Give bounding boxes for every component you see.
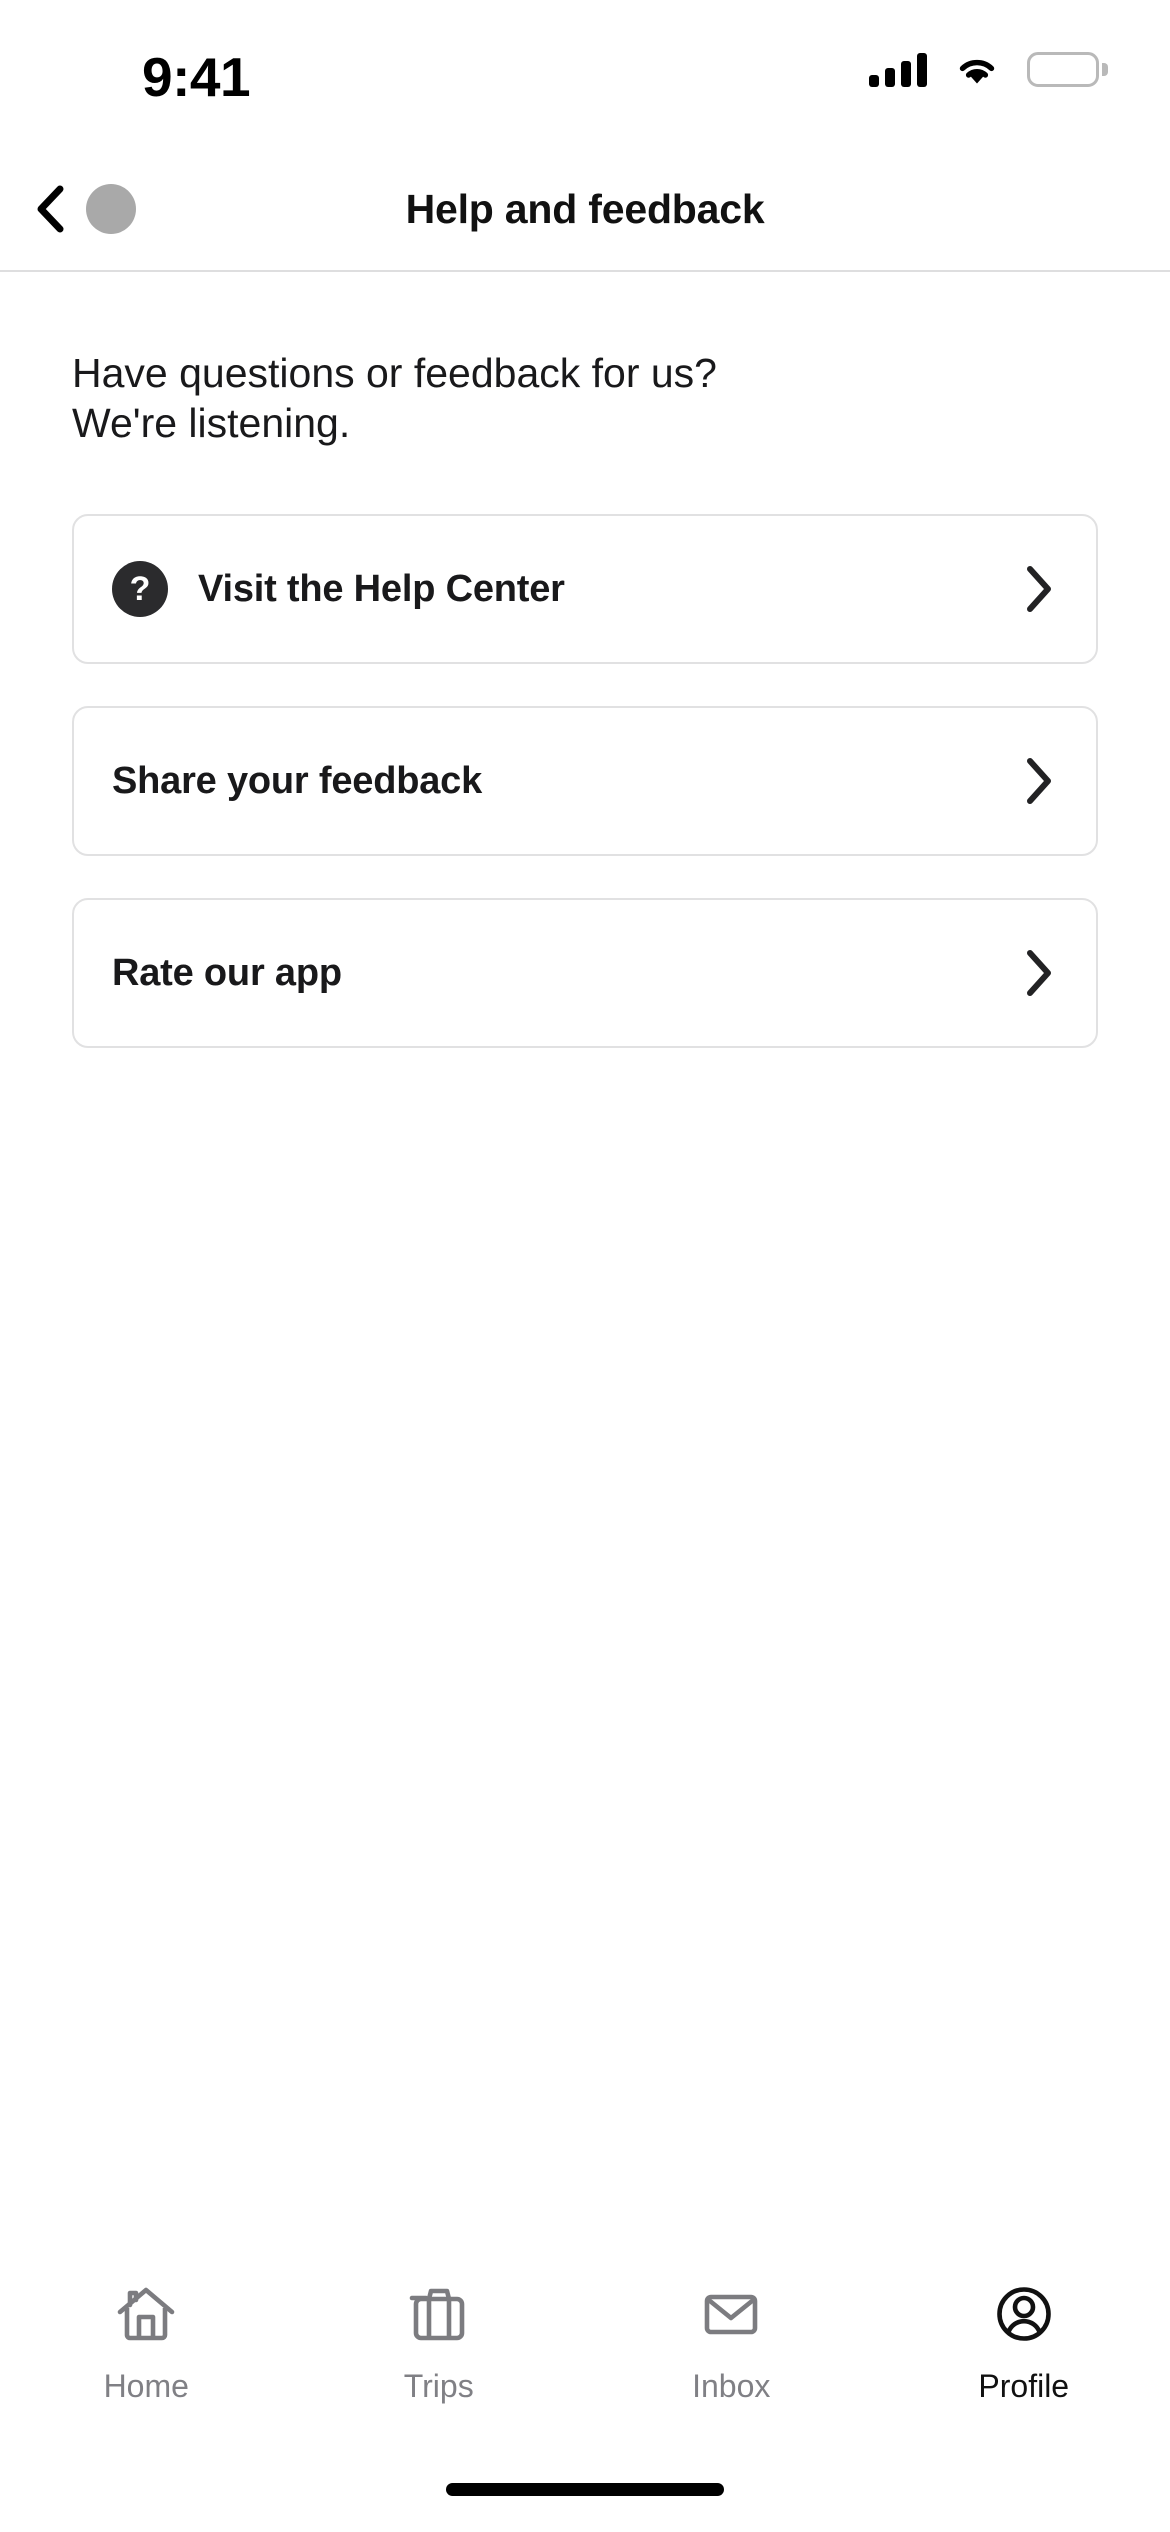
tab-inbox-label: Inbox	[692, 2368, 771, 2404]
intro-text: Have questions or feedback for us? We're…	[72, 350, 717, 447]
nav-header-left	[22, 181, 136, 237]
wifi-icon	[959, 59, 995, 83]
share-feedback-label: Share your feedback	[112, 759, 483, 802]
status-bar-time: 9:41	[142, 46, 251, 108]
chevron-right-icon	[1022, 755, 1056, 807]
tab-profile-label: Profile	[978, 2368, 1070, 2404]
home-indicator[interactable]	[446, 2482, 724, 2496]
tab-trips[interactable]: Trips	[293, 2276, 586, 2405]
help-options-list: ? Visit the Help Center Share your feedb…	[72, 514, 1098, 1049]
share-feedback-card[interactable]: Share your feedback	[72, 706, 1098, 857]
home-indicator-area	[0, 2472, 1170, 2532]
phone-screen: 9:41 Help and feedback Have questions or…	[0, 0, 1170, 2532]
house-icon	[111, 2276, 181, 2352]
page-title: Help and feedback	[405, 185, 765, 232]
chevron-right-icon	[1022, 947, 1056, 999]
tab-inbox[interactable]: Inbox	[585, 2276, 878, 2405]
help-center-card[interactable]: ? Visit the Help Center	[72, 514, 1098, 665]
tab-home[interactable]: Home	[0, 2276, 293, 2405]
tab-home-label: Home	[103, 2368, 189, 2404]
avatar[interactable]	[86, 184, 136, 234]
main-content: Have questions or feedback for us? We're…	[0, 272, 1170, 2254]
envelope-icon	[696, 2276, 766, 2352]
cellular-signal-icon	[869, 52, 927, 87]
rate-app-card[interactable]: Rate our app	[72, 898, 1098, 1049]
nav-header: Help and feedback	[0, 148, 1170, 272]
tab-profile[interactable]: Profile	[878, 2276, 1170, 2405]
back-button[interactable]	[22, 181, 78, 237]
chevron-left-icon	[37, 185, 64, 233]
person-circle-icon	[989, 2276, 1059, 2352]
status-bar-icons	[869, 52, 1108, 87]
help-center-label: Visit the Help Center	[198, 567, 565, 610]
question-mark-circle-icon: ?	[112, 561, 168, 618]
battery-full-icon	[1027, 52, 1108, 87]
bottom-tab-bar: Home Trips Inbox Profile	[0, 2254, 1170, 2472]
status-bar: 9:41	[0, 0, 1170, 148]
suitcase-icon	[404, 2276, 474, 2352]
chevron-right-icon	[1022, 563, 1056, 615]
tab-trips-label: Trips	[403, 2368, 474, 2404]
rate-app-label: Rate our app	[112, 951, 342, 994]
